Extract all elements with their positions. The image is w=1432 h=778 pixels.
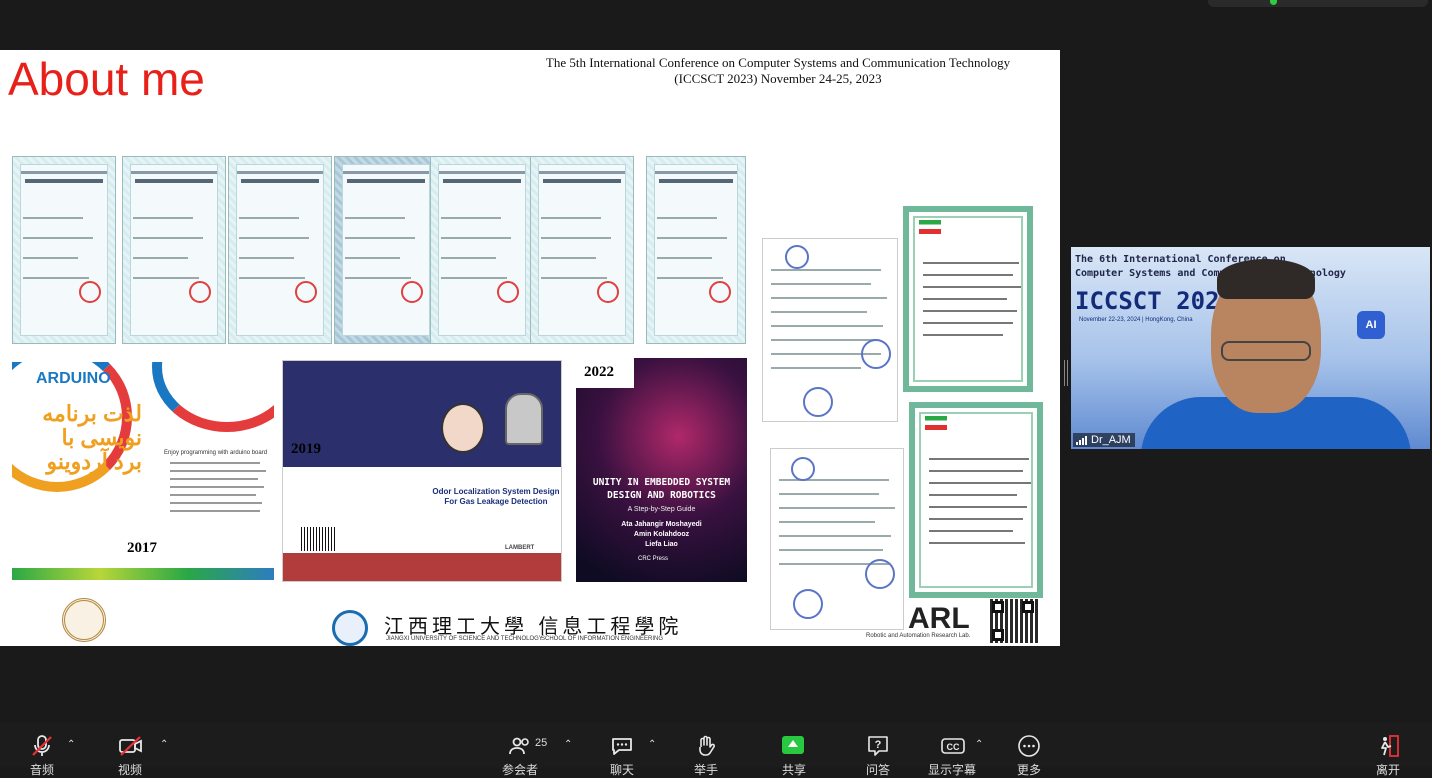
university-name-cn: 江西理工大學 信息工程學院	[384, 614, 683, 638]
signal-strength-icon	[1076, 436, 1088, 445]
raise-hand-label: 举手	[694, 763, 719, 777]
book2-publisher: LAMBERT	[505, 545, 535, 551]
book3-title-line-1: UNITY IN EMBEDDED SYSTEM	[592, 477, 731, 488]
panel-resize-handle[interactable]	[1064, 360, 1068, 386]
software-copyright-certificate	[12, 156, 116, 344]
school-name-en: SCHOOL OF INFORMATION ENGINEERING	[541, 636, 664, 642]
share-label: 共享	[782, 763, 807, 777]
book3-authors: Ata Jahangir Moshayedi Amin Kolahdooz Li…	[576, 520, 747, 550]
patent-registration-certificate	[909, 402, 1043, 598]
chat-icon	[612, 738, 632, 755]
svg-text:?: ?	[875, 739, 882, 751]
participant-video-tile[interactable]: The 6th International Conference on Comp…	[1071, 247, 1430, 449]
book1-subtitle: Enjoy programming with arduino board	[164, 450, 268, 456]
book3-publisher: CRC Press	[638, 556, 669, 562]
captions-options-caret[interactable]: ⌃	[975, 739, 983, 750]
lab-name: Robotic and Automation Research Lab.	[866, 633, 971, 639]
video-off-icon	[119, 736, 142, 756]
book1-top-label: ARDUINO	[36, 370, 111, 387]
participants-options-caret[interactable]: ⌃	[564, 739, 572, 750]
top-status-widget[interactable]	[1208, 0, 1428, 7]
person-hair	[1217, 259, 1315, 299]
book1-title: لذت برنامه نویسی با برد آردوینو	[42, 401, 142, 474]
leave-icon	[1381, 735, 1399, 757]
qr-finder	[1022, 601, 1034, 613]
svg-text:CC: CC	[947, 742, 960, 752]
book-cover-unity-embedded: 2022 UNITY IN EMBEDDED SYSTEM DESIGN AND…	[576, 358, 747, 582]
meeting-toolbar: 音频 ⌃ 视频 ⌃ 参会者 25 ⌃ 聊天 ⌃ 举手 共享 ? 问答 CC 显示…	[0, 723, 1432, 777]
university-name-en: JIANGXI UNIVERSITY OF SCIENCE AND TECHNO…	[386, 636, 543, 642]
barcode-icon	[301, 527, 335, 551]
lab-logo: ARL	[908, 602, 970, 635]
book2-year: 2019	[291, 441, 321, 457]
chat-label: 聊天	[610, 763, 635, 777]
book3-title: UNITY IN EMBEDDED SYSTEM DESIGN AND ROBO…	[576, 476, 747, 502]
software-copyright-certificate	[122, 156, 226, 344]
book3-author: Ata Jahangir Moshayedi	[621, 521, 702, 528]
more-label: 更多	[1017, 763, 1042, 777]
captions-icon: CC	[941, 738, 965, 754]
qr-finder	[992, 601, 1004, 613]
audio-options-caret[interactable]: ⌃	[67, 739, 75, 750]
banner-date: November 22-23, 2024 | HongKong, China	[1079, 317, 1193, 323]
jxust-logo	[332, 610, 368, 646]
university-seal-logo	[62, 598, 106, 642]
robot-illustration	[505, 393, 543, 445]
participants-icon	[509, 737, 529, 755]
banner-line-1: The 6th International Conference on	[1075, 254, 1286, 265]
software-copyright-certificate	[228, 156, 332, 344]
software-copyright-certificate	[334, 156, 438, 344]
book3-author: Liefa Liao	[645, 541, 678, 548]
mute-label: 音频	[30, 763, 55, 777]
leave-label: 离开	[1376, 763, 1401, 777]
book3-subtitle: A Step-by-Step Guide	[627, 506, 696, 513]
person-glasses	[1221, 341, 1311, 361]
software-copyright-certificate	[430, 156, 534, 344]
book-cover-odor-localization: 2019 Odor Localization System Design For…	[282, 360, 562, 582]
banner-big-title: ICCSCT 2024	[1075, 287, 1234, 315]
status-dot	[1270, 0, 1277, 5]
software-copyright-certificate	[646, 156, 746, 344]
participants-label: 参会者	[502, 763, 539, 777]
chat-options-caret[interactable]: ⌃	[648, 739, 656, 750]
shared-slide: About me The 5th International Conferenc…	[0, 50, 1060, 646]
qa-icon: ?	[868, 736, 888, 756]
conference-line-2: (ICCSCT 2023) November 24-25, 2023	[674, 71, 882, 86]
book-cover-arduino: ARDUINO لذت برنامه نویسی با برد آردوینو …	[12, 362, 274, 580]
slide-title: About me	[8, 53, 205, 105]
top-strip	[0, 0, 1432, 50]
patent-certificate	[762, 238, 898, 422]
video-options-caret[interactable]: ⌃	[160, 739, 168, 750]
captions-label: 显示字幕	[928, 763, 977, 777]
patent-certificate	[770, 448, 904, 630]
professor-illustration	[441, 403, 485, 453]
video-label: 视频	[118, 763, 143, 777]
participants-count: 25	[535, 737, 548, 749]
ai-badge-icon: AI	[1357, 311, 1385, 339]
book2-title: Odor Localization System Design For Gas …	[432, 487, 560, 506]
raise-hand-icon	[699, 735, 715, 756]
book3-year: 2022	[584, 364, 614, 380]
conference-line-1: The 5th International Conference on Comp…	[545, 55, 1011, 70]
patent-registration-certificate	[903, 206, 1033, 392]
conference-header: The 5th International Conference on Comp…	[508, 55, 1048, 87]
mic-muted-icon	[32, 735, 52, 756]
more-icon	[1018, 735, 1040, 757]
book3-title-line-2: DESIGN AND ROBOTICS	[607, 490, 716, 501]
share-screen-icon	[782, 736, 804, 754]
book3-author: Amin Kolahdooz	[633, 531, 690, 538]
qr-finder	[992, 629, 1004, 641]
software-copyright-certificate	[530, 156, 634, 344]
qa-label: 问答	[866, 763, 891, 777]
book1-year: 2017	[127, 540, 157, 556]
